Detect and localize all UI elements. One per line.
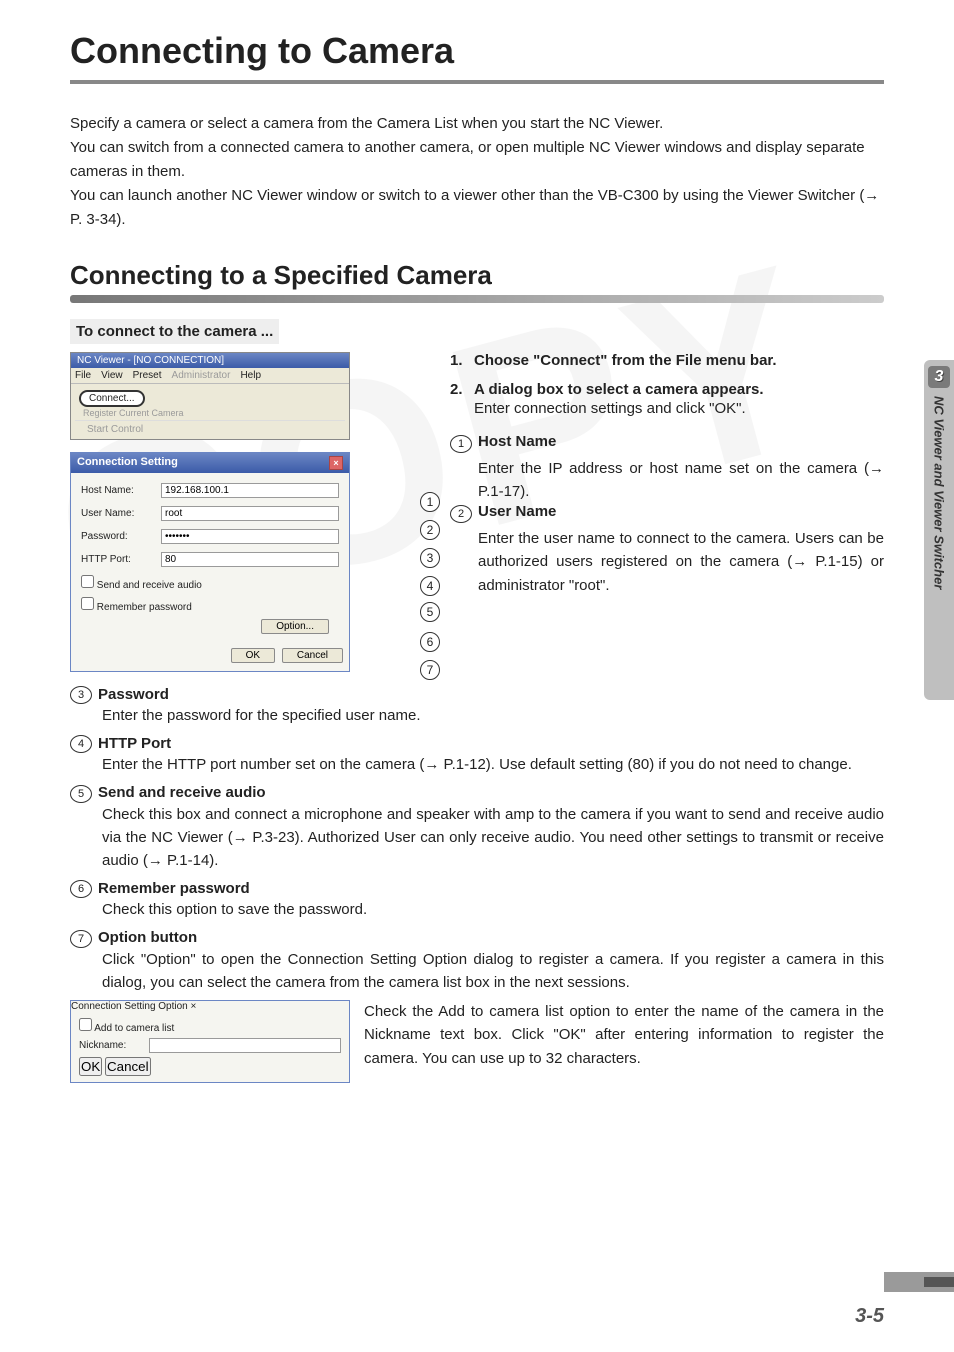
ncviewer-window: NC Viewer - [NO CONNECTION] File View Pr… — [70, 352, 350, 440]
menu-admin[interactable]: Administrator — [172, 370, 231, 381]
password-input[interactable] — [161, 529, 339, 544]
section-rule — [70, 295, 884, 303]
item6-title: Remember password — [98, 880, 250, 897]
item3-body: Enter the password for the specified use… — [102, 704, 884, 727]
menu-item-register: Register Current Camera — [83, 408, 345, 418]
title-rule — [70, 80, 884, 84]
add-to-list-checkbox[interactable] — [79, 1018, 92, 1031]
dialog-title: Connection Setting — [77, 456, 178, 470]
close-icon[interactable]: × — [329, 456, 343, 470]
step2-text: A dialog box to select a camera appears. — [474, 381, 884, 398]
opt-cancel-button[interactable]: Cancel — [105, 1057, 151, 1076]
password-label: Password: — [81, 531, 161, 542]
cancel-button[interactable]: Cancel — [282, 648, 343, 663]
add-to-list-label: Add to camera list — [94, 1023, 174, 1034]
port-input[interactable] — [161, 552, 339, 567]
host-input[interactable] — [161, 483, 339, 498]
item2-title: User Name — [478, 503, 556, 523]
section-title: Connecting to a Specified Camera — [70, 260, 884, 291]
circ-7: 7 — [70, 930, 92, 948]
subhead: To connect to the camera ... — [70, 319, 279, 344]
footer-bar — [884, 1272, 954, 1292]
circ-4: 4 — [70, 735, 92, 753]
send-audio-label: Send and receive audio — [97, 580, 202, 591]
item1-body: Enter the IP address or host name set on… — [478, 457, 884, 504]
callout-3: 3 — [420, 548, 440, 568]
callout-4: 4 — [420, 576, 440, 596]
option-dialog-titlebar: Connection Setting Option × — [71, 1001, 349, 1012]
chapter-number: 3 — [928, 366, 950, 388]
item5-title: Send and receive audio — [98, 784, 266, 801]
intro-p2: You can switch from a connected camera t… — [70, 136, 884, 184]
intro-block: Specify a camera or select a camera from… — [70, 112, 884, 232]
circ-5: 5 — [70, 785, 92, 803]
port-label: HTTP Port: — [81, 554, 161, 565]
step2-body: Enter connection settings and click "OK"… — [474, 398, 884, 421]
host-label: Host Name: — [81, 485, 161, 496]
send-audio-checkbox[interactable] — [81, 575, 94, 588]
step2-num: 2. — [450, 381, 474, 398]
dialog-titlebar: Connection Setting × — [71, 453, 349, 473]
user-input[interactable] — [161, 506, 339, 521]
item6-body: Check this option to save the password. — [102, 898, 884, 921]
item3-title: Password — [98, 686, 169, 703]
callout-5: 5 — [420, 602, 440, 622]
ncviewer-menubar: File View Preset Administrator Help — [71, 368, 349, 384]
circ-2: 2 — [450, 505, 472, 523]
item2-body: Enter the user name to connect to the ca… — [478, 527, 884, 597]
menu-view[interactable]: View — [101, 370, 123, 381]
callout-2: 2 — [420, 520, 440, 540]
opt-ok-button[interactable]: OK — [79, 1057, 102, 1076]
option-button[interactable]: Option... — [261, 619, 329, 634]
item7-title: Option button — [98, 929, 197, 946]
page-number: 3-5 — [855, 1305, 884, 1328]
menu-item-connect[interactable]: Connect... — [79, 390, 145, 407]
nickname-label: Nickname: — [79, 1040, 149, 1051]
item5-body: Check this box and connect a microphone … — [102, 803, 884, 873]
callout-7: 7 — [420, 660, 440, 680]
remember-checkbox[interactable] — [81, 597, 94, 610]
item7-body: Click "Option" to open the Connection Se… — [102, 948, 884, 995]
callout-1: 1 — [420, 492, 440, 512]
callout-6: 6 — [420, 632, 440, 652]
ncviewer-titlebar: NC Viewer - [NO CONNECTION] — [71, 353, 349, 368]
connection-dialog: Connection Setting × Host Name: User Nam… — [70, 452, 350, 672]
circ-1: 1 — [450, 435, 472, 453]
nickname-input[interactable] — [149, 1038, 341, 1053]
menu-help[interactable]: Help — [240, 370, 261, 381]
item4-body: Enter the HTTP port number set on the ca… — [102, 753, 884, 776]
option-text: Check the Add to camera list option to e… — [364, 1000, 884, 1070]
chapter-tab: 3 NC Viewer and Viewer Switcher — [924, 360, 954, 700]
option-dialog: Connection Setting Option × Add to camer… — [70, 1000, 350, 1083]
circ-3: 3 — [70, 686, 92, 704]
chapter-label: NC Viewer and Viewer Switcher — [932, 396, 947, 589]
close-icon[interactable]: × — [191, 1001, 197, 1012]
menu-preset[interactable]: Preset — [133, 370, 162, 381]
step1-text: Choose "Connect" from the File menu bar. — [474, 352, 884, 369]
ok-button[interactable]: OK — [231, 648, 275, 663]
circ-6: 6 — [70, 880, 92, 898]
menu-file[interactable]: File — [75, 370, 91, 381]
menu-item-start: Start Control — [75, 420, 345, 439]
step1-num: 1. — [450, 352, 474, 369]
item1-title: Host Name — [478, 433, 556, 453]
remember-label: Remember password — [97, 602, 192, 613]
intro-p1: Specify a camera or select a camera from… — [70, 112, 884, 136]
user-label: User Name: — [81, 508, 161, 519]
intro-p3: You can launch another NC Viewer window … — [70, 184, 884, 232]
page-title: Connecting to Camera — [70, 30, 884, 72]
item4-title: HTTP Port — [98, 735, 171, 752]
option-dialog-title: Connection Setting Option — [71, 1001, 188, 1012]
